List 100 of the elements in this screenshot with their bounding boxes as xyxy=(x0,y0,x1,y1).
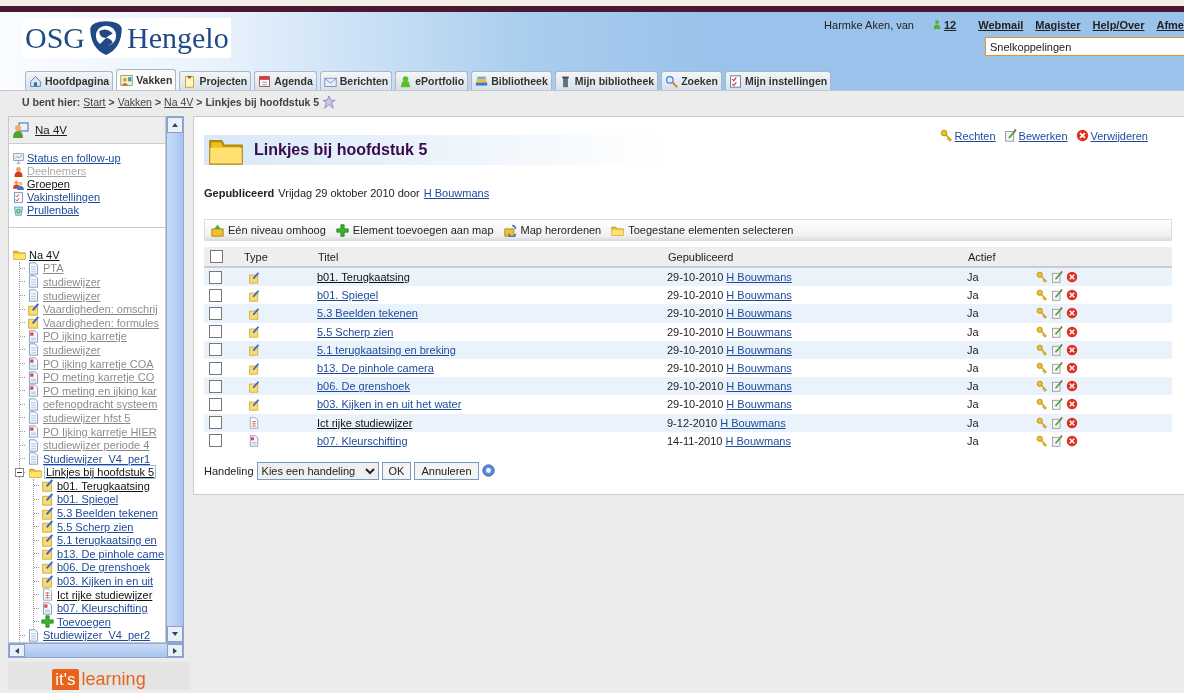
item-title-link[interactable]: b06. De grenshoek xyxy=(317,380,410,393)
course-menu-link[interactable]: Vakinstellingen xyxy=(27,191,101,204)
action-button[interactable]: Annuleren xyxy=(414,461,479,480)
author-link[interactable]: H Bouwmans xyxy=(726,362,792,375)
select-all-checkbox[interactable] xyxy=(210,250,223,263)
nav-tab[interactable]: Hoofdpagina xyxy=(25,71,114,90)
collapse-toggle[interactable] xyxy=(15,467,24,477)
tree-item[interactable]: PO ijking karretje COA xyxy=(42,357,155,370)
author-link[interactable]: H Bouwmans xyxy=(726,325,792,338)
nav-tab[interactable]: Projecten xyxy=(179,71,252,90)
course-menu-link[interactable]: Groepen xyxy=(27,178,70,191)
tree-item[interactable]: b01. Terugkaatsing xyxy=(56,479,151,492)
tree-item[interactable]: Vaardigheden: formules xyxy=(42,316,160,329)
nav-tab[interactable]: Bibliotheek xyxy=(471,71,552,90)
author-link[interactable]: H Bouwmans xyxy=(726,380,792,393)
action-select[interactable]: Kies een handeling xyxy=(256,461,379,480)
tree-item[interactable]: studiewijzer periode 4 xyxy=(42,439,151,452)
row-checkbox[interactable] xyxy=(209,343,222,357)
author-link[interactable]: H Bouwmans xyxy=(726,343,792,356)
author-link[interactable]: H Bouwmans xyxy=(423,187,490,199)
row-checkbox[interactable] xyxy=(209,325,222,339)
item-title-link[interactable]: Ict rijke studiewijzer xyxy=(317,416,413,429)
toolbar-action[interactable]: Toegestane elementen selecteren xyxy=(611,223,794,237)
tree-item[interactable]: PO ijking karretje xyxy=(42,330,128,343)
row-checkbox[interactable] xyxy=(209,306,222,320)
tree-item[interactable]: b07. Kleurschifting xyxy=(56,602,149,615)
school-logo[interactable]: OSG Hengelo xyxy=(23,18,231,58)
tree-item[interactable]: studiewijzer xyxy=(42,343,102,356)
tree-item[interactable]: PO meting karretje CO xyxy=(42,371,156,384)
page-action-link[interactable]: Bewerken xyxy=(1018,129,1068,142)
header-link[interactable]: Magister xyxy=(1035,18,1081,31)
toolbar-action[interactable]: Element toevoegen aan map xyxy=(335,223,494,237)
course-menu-link[interactable]: Status en follow-up xyxy=(27,152,121,165)
header-link[interactable]: Help/Over xyxy=(1092,18,1145,31)
item-title-link[interactable]: 5.5 Scherp zien xyxy=(317,325,394,338)
breadcrumb-link[interactable]: Vakken xyxy=(117,96,152,108)
tree-item[interactable]: Na 4V xyxy=(28,248,61,261)
item-title-link[interactable]: b07. Kleurschifting xyxy=(317,434,408,447)
author-link[interactable]: H Bouwmans xyxy=(726,398,792,411)
row-checkbox[interactable] xyxy=(209,416,222,430)
toolbar-action[interactable]: Map herordenen xyxy=(503,223,602,237)
breadcrumb-link[interactable]: Start xyxy=(83,96,106,108)
tree-item[interactable]: b03. Kijken in en uit xyxy=(56,575,154,588)
nav-tab[interactable]: Mijn bibliotheek xyxy=(554,71,659,90)
toolbar-action[interactable]: Eén niveau omhoog xyxy=(211,223,326,237)
item-title-link[interactable]: b01. Spiegel xyxy=(317,289,379,302)
row-checkbox[interactable] xyxy=(209,288,222,302)
tree-item[interactable]: PTA xyxy=(42,262,65,275)
author-link[interactable]: H Bouwmans xyxy=(725,434,791,447)
tree-item[interactable]: PO meting en ijking kar xyxy=(42,384,158,397)
row-checkbox[interactable] xyxy=(209,361,222,375)
tree-item[interactable]: 5.5 Scherp zien xyxy=(56,520,135,533)
course-link[interactable]: Na 4V xyxy=(35,124,67,136)
tree-item[interactable]: studiewijzer xyxy=(42,276,102,288)
tree-item[interactable]: studiewijzer hfst 5 xyxy=(42,411,132,424)
tree-item[interactable]: Toevoegen xyxy=(56,615,112,628)
action-button[interactable]: OK xyxy=(381,461,412,480)
tree-item[interactable]: oefenopdracht systeem xyxy=(42,398,159,411)
online-count-link[interactable]: 12 xyxy=(932,18,957,31)
tree-item[interactable]: 5.1 terugkaatsing en xyxy=(56,534,158,547)
note-icon xyxy=(248,362,260,375)
tree-item[interactable]: Linkjes bij hoofdstuk 5 xyxy=(44,465,157,480)
row-checkbox[interactable] xyxy=(209,379,222,393)
item-title-link[interactable]: 5.3 Beelden tekenen xyxy=(317,307,418,320)
breadcrumb-link[interactable]: Na 4V xyxy=(164,96,194,108)
item-title-link[interactable]: b03. Kijken in en uit het water xyxy=(317,398,462,411)
item-title-link[interactable]: b01. Terugkaatsing xyxy=(317,271,410,284)
page-action-link[interactable]: Verwijderen xyxy=(1090,129,1148,142)
horizontal-scrollbar[interactable] xyxy=(8,643,184,658)
row-checkbox[interactable] xyxy=(209,434,222,448)
tree-item[interactable]: b13. De pinhole came xyxy=(56,547,165,560)
tree-item[interactable]: Ict rijke studiewijzer xyxy=(56,588,154,601)
tree-item[interactable]: b01. Spiegel xyxy=(56,493,120,506)
nav-tab[interactable]: Mijn instellingen xyxy=(724,71,832,90)
nav-tab[interactable]: Zoeken xyxy=(661,71,722,90)
tree-item[interactable]: Vaardigheden: omschrij xyxy=(42,303,159,316)
tree-item[interactable]: studiewijzer xyxy=(42,289,102,302)
nav-tab[interactable]: Vakken xyxy=(116,69,177,90)
row-checkbox[interactable] xyxy=(209,397,222,411)
nav-tab[interactable]: Berichten xyxy=(319,71,393,90)
tree-item[interactable]: Studiewijzer_V4_per2 xyxy=(42,629,151,642)
author-link[interactable]: H Bouwmans xyxy=(726,307,792,320)
header-link[interactable]: Afme xyxy=(1156,18,1184,31)
author-link[interactable]: H Bouwmans xyxy=(726,271,792,284)
course-menu-link[interactable]: Prullenbak xyxy=(27,204,79,217)
tree-item[interactable]: PO Ijking karretje HIER xyxy=(42,425,158,438)
page-action-link[interactable]: Rechten xyxy=(954,129,996,142)
nav-tab[interactable]: ePortfolio xyxy=(395,71,469,90)
shortcut-field[interactable]: Snelkoppelingen xyxy=(985,37,1184,56)
vertical-scrollbar[interactable] xyxy=(166,116,184,643)
tree-item[interactable]: 5.3 Beelden tekenen xyxy=(56,507,159,520)
header-link[interactable]: Webmail xyxy=(978,18,1024,31)
tree-item[interactable]: Studiewijzer_V4_per1 xyxy=(42,452,151,465)
nav-tab[interactable]: Agenda xyxy=(254,71,317,90)
row-checkbox[interactable] xyxy=(209,270,222,284)
author-link[interactable]: H Bouwmans xyxy=(726,289,792,302)
note-icon xyxy=(248,289,260,302)
item-title-link[interactable]: b13. De pinhole camera xyxy=(317,362,434,375)
tree-item[interactable]: b06. De grenshoek xyxy=(56,561,151,574)
author-link[interactable]: H Bouwmans xyxy=(720,416,786,429)
